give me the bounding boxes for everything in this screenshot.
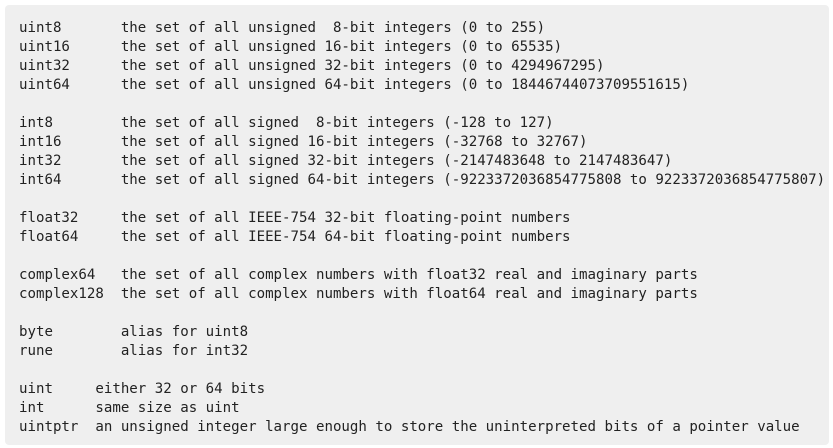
code-line-uint32: uint32 the set of all unsigned 32-bit in…	[19, 58, 605, 74]
code-line-int8: int8 the set of all signed 8-bit integer…	[19, 115, 554, 131]
complex-types-group: complex64 the set of all complex numbers…	[19, 266, 829, 304]
code-line-uint8: uint8 the set of all unsigned 8-bit inte…	[19, 20, 546, 36]
code-line-uintptr: uintptr an unsigned integer large enough…	[19, 419, 800, 435]
signed-integer-types-group: int8 the set of all signed 8-bit integer…	[19, 114, 829, 190]
code-listing: uint8 the set of all unsigned 8-bit inte…	[19, 19, 829, 437]
code-line-float64: float64 the set of all IEEE-754 64-bit f…	[19, 229, 571, 245]
code-line-int: int same size as uint	[19, 400, 240, 416]
code-line-uint64: uint64 the set of all unsigned 64-bit in…	[19, 77, 690, 93]
code-block: uint8 the set of all unsigned 8-bit inte…	[5, 5, 829, 445]
code-line-int16: int16 the set of all signed 16-bit integ…	[19, 134, 588, 150]
float-types-group: float32 the set of all IEEE-754 32-bit f…	[19, 209, 829, 247]
code-line-rune: rune alias for int32	[19, 343, 249, 359]
code-line-complex64: complex64 the set of all complex numbers…	[19, 267, 698, 283]
code-line-int32: int32 the set of all signed 32-bit integ…	[19, 153, 673, 169]
code-line-complex128: complex128 the set of all complex number…	[19, 286, 698, 302]
code-line-uint: uint either 32 or 64 bits	[19, 381, 266, 397]
code-line-int64: int64 the set of all signed 64-bit integ…	[19, 172, 826, 188]
code-line-float32: float32 the set of all IEEE-754 32-bit f…	[19, 210, 571, 226]
implementation-specific-types-group: uint either 32 or 64 bits int same size a…	[19, 380, 829, 437]
alias-types-group: byte alias for uint8 rune alias for int32	[19, 323, 829, 361]
code-line-uint16: uint16 the set of all unsigned 16-bit in…	[19, 39, 563, 55]
code-line-byte: byte alias for uint8	[19, 324, 249, 340]
unsigned-integer-types-group: uint8 the set of all unsigned 8-bit inte…	[19, 19, 829, 95]
